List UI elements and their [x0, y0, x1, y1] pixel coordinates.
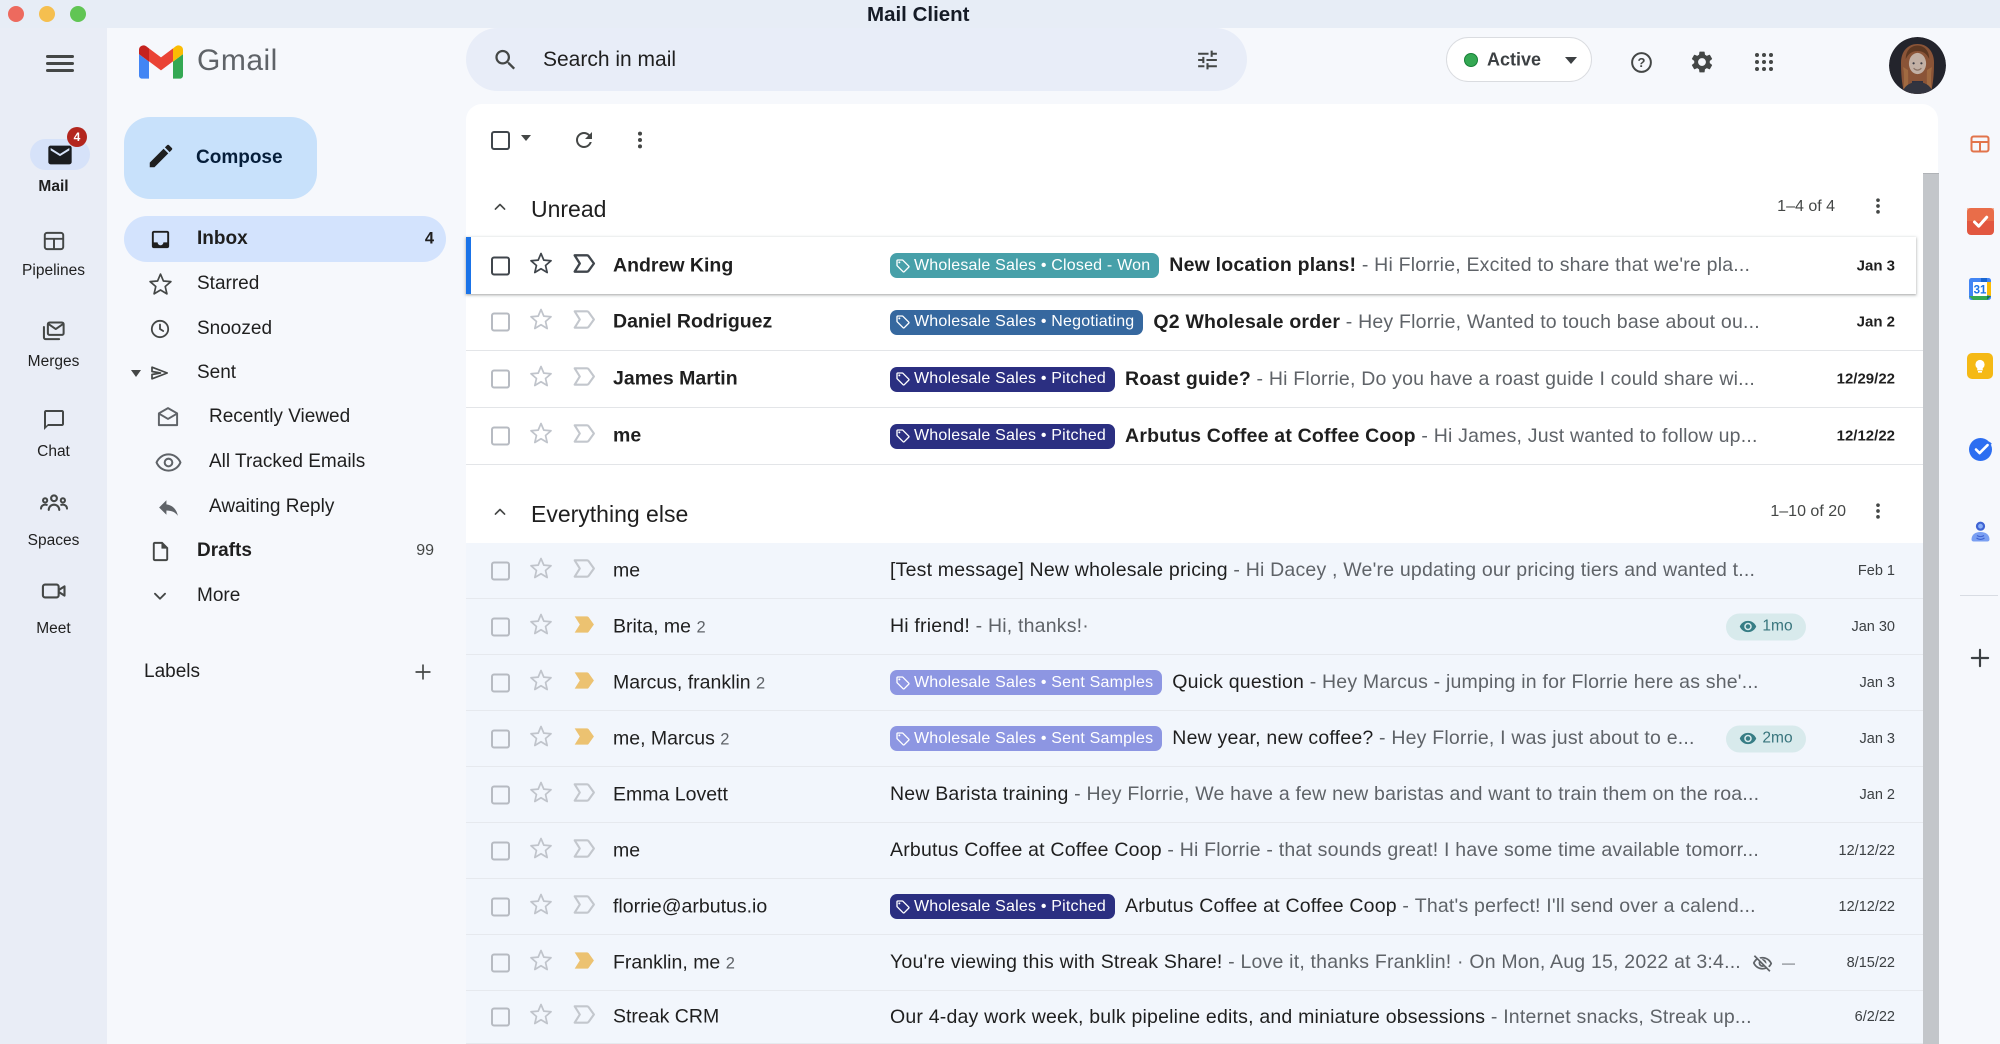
- svg-text:31: 31: [1974, 285, 1987, 297]
- svg-text:?: ?: [1638, 55, 1646, 70]
